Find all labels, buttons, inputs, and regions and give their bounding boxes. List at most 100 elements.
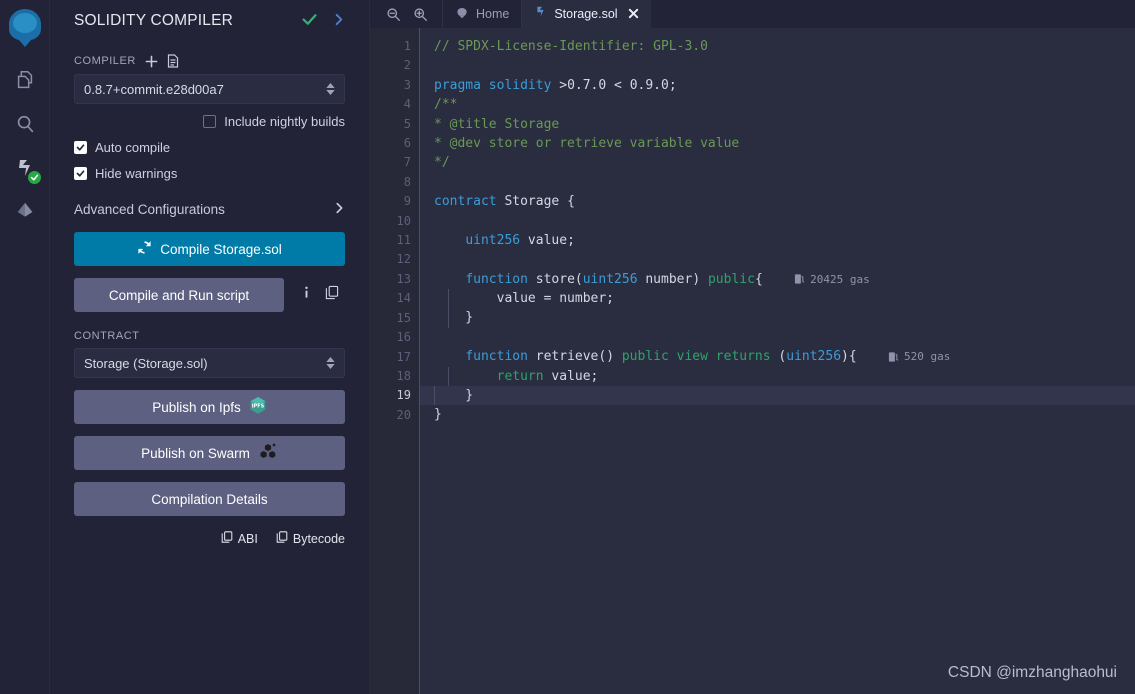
tab-home[interactable]: Home: [442, 0, 521, 28]
line-number: 14: [396, 291, 411, 306]
zoom-in-icon[interactable]: [413, 7, 428, 22]
code-line: * @dev store or retrieve variable value: [434, 135, 740, 151]
panel-header: SOLIDITY COMPILER: [74, 6, 345, 36]
plus-icon[interactable]: [145, 55, 158, 68]
line-number: 1: [403, 39, 411, 53]
gas-annotation: 520 gas: [888, 347, 950, 366]
line-number: 15: [396, 310, 411, 325]
hide-warnings-label: Hide warnings: [95, 166, 178, 181]
contract-section-label: CONTRACT: [74, 330, 345, 342]
solidity-compiler-panel: SOLIDITY COMPILER COMPILER 0.8.7+commit.…: [50, 0, 370, 694]
compile-button-label: Compile Storage.sol: [160, 241, 282, 257]
hide-warnings-row[interactable]: Hide warnings: [74, 166, 345, 181]
include-nightly-builds-checkbox[interactable]: [203, 115, 217, 128]
publish-on-ipfs-button[interactable]: Publish on Ipfs IPFS: [74, 390, 345, 424]
ipfs-icon: IPFS: [249, 396, 267, 418]
line-number: 10: [396, 213, 411, 228]
copy-icon[interactable]: [325, 285, 339, 305]
publish-on-swarm-button[interactable]: Publish on Swarm: [74, 436, 345, 470]
sidebar-item-deploy-run[interactable]: [3, 190, 47, 234]
include-nightly-builds-label: Include nightly builds: [224, 114, 345, 129]
code-line: contract Storage {: [434, 194, 575, 210]
code-line: function store(uint256 number) public{ 2…: [434, 270, 1135, 289]
tab-home-label: Home: [476, 7, 510, 21]
remix-ide-window: SOLIDITY COMPILER COMPILER 0.8.7+commit.…: [0, 0, 1135, 694]
code-content[interactable]: // SPDX-License-Identifier: GPL-3.0 pragm…: [420, 28, 1135, 694]
svg-text:IPFS: IPFS: [251, 404, 264, 410]
compiler-version-value: 0.8.7+commit.e28d00a7: [84, 81, 224, 97]
watermark: CSDN @imzhanghaohui: [947, 664, 1117, 681]
zoom-controls: [370, 0, 442, 28]
code-line: }: [420, 386, 1135, 406]
remix-logo-icon[interactable]: [3, 4, 47, 52]
copy-abi-button[interactable]: ABI: [221, 530, 258, 547]
compilation-details-button[interactable]: Compilation Details: [74, 482, 345, 516]
line-number: 7: [403, 155, 411, 170]
code-line: pragma solidity >0.7.0 < 0.9.0;: [434, 77, 677, 93]
line-number: 2: [403, 58, 411, 73]
include-nightly-builds-row[interactable]: Include nightly builds: [74, 114, 345, 129]
hide-warnings-checkbox[interactable]: [74, 167, 87, 180]
line-number-gutter: 1 2 3 4 5 6 7 8 9 10 11 12 13 14 15 16 17 18 19 20: [370, 28, 420, 694]
file-icon[interactable]: [167, 54, 179, 68]
solidity-icon: [534, 6, 547, 23]
code-line: }: [434, 308, 1135, 328]
publish-on-ipfs-label: Publish on Ipfs: [152, 399, 241, 415]
code-line: value = number;: [434, 289, 1135, 309]
auto-compile-label: Auto compile: [95, 140, 171, 155]
code-line: uint256 value;: [465, 232, 575, 248]
info-icon[interactable]: [300, 285, 313, 305]
code-line: /**: [434, 97, 458, 113]
gas-annotation: 20425 gas: [794, 270, 870, 289]
editor-tabbar: Home Storage.sol: [370, 0, 1135, 28]
line-number: 6: [403, 136, 411, 151]
stepper-arrows-icon: [326, 357, 335, 369]
editor-area: Home Storage.sol 1 2 3 4 5 6 7 8 9 10 11 12 13: [370, 0, 1135, 694]
refresh-icon: [137, 240, 152, 258]
line-number: 3: [403, 77, 411, 92]
code-line: function retrieve() public view returns …: [434, 347, 1135, 366]
chevron-right-icon[interactable]: [332, 12, 345, 30]
chevron-right-icon: [333, 201, 345, 218]
contract-select[interactable]: Storage (Storage.sol): [74, 348, 345, 378]
compiler-label-text: COMPILER: [74, 55, 136, 67]
line-number: 16: [396, 330, 411, 345]
zoom-out-icon[interactable]: [386, 7, 401, 22]
tab-storage-sol[interactable]: Storage.sol: [521, 0, 651, 28]
sidebar-item-search[interactable]: [3, 102, 47, 146]
line-number: 18: [396, 368, 411, 383]
compilation-details-label: Compilation Details: [151, 491, 268, 507]
code-viewport[interactable]: 1 2 3 4 5 6 7 8 9 10 11 12 13 14 15 16 17 18 19 20 // SPDX-…: [370, 28, 1135, 694]
swarm-icon: [258, 443, 278, 463]
line-number: 9: [403, 194, 411, 209]
icon-rail: [0, 0, 50, 694]
line-number: 20: [396, 407, 411, 422]
copy-icon: [221, 530, 233, 547]
sidebar-item-file-explorer[interactable]: [3, 58, 47, 102]
compile-and-run-button[interactable]: Compile and Run script: [74, 278, 284, 312]
abi-label: ABI: [237, 531, 258, 546]
copy-bytecode-button[interactable]: Bytecode: [276, 530, 345, 547]
auto-compile-row[interactable]: Auto compile: [74, 140, 345, 155]
compiler-version-select[interactable]: 0.8.7+commit.e28d00a7: [74, 74, 345, 104]
line-number: 17: [396, 349, 411, 364]
remix-icon: [455, 6, 469, 23]
line-number: 8: [403, 174, 411, 189]
advanced-configurations-toggle[interactable]: Advanced Configurations: [74, 201, 345, 218]
auto-compile-checkbox[interactable]: [74, 141, 87, 154]
copy-icon: [276, 530, 288, 547]
artifacts-row: ABI Bytecode: [74, 530, 345, 547]
publish-on-swarm-label: Publish on Swarm: [141, 445, 250, 461]
line-number: 19: [396, 388, 411, 403]
compile-button[interactable]: Compile Storage.sol: [74, 232, 345, 266]
contract-select-value: Storage (Storage.sol): [84, 355, 208, 371]
code-line: // SPDX-License-Identifier: GPL-3.0: [434, 39, 708, 54]
close-icon[interactable]: [628, 7, 639, 22]
sidebar-item-solidity-compiler[interactable]: [3, 146, 47, 190]
compiler-success-badge: [27, 171, 41, 184]
